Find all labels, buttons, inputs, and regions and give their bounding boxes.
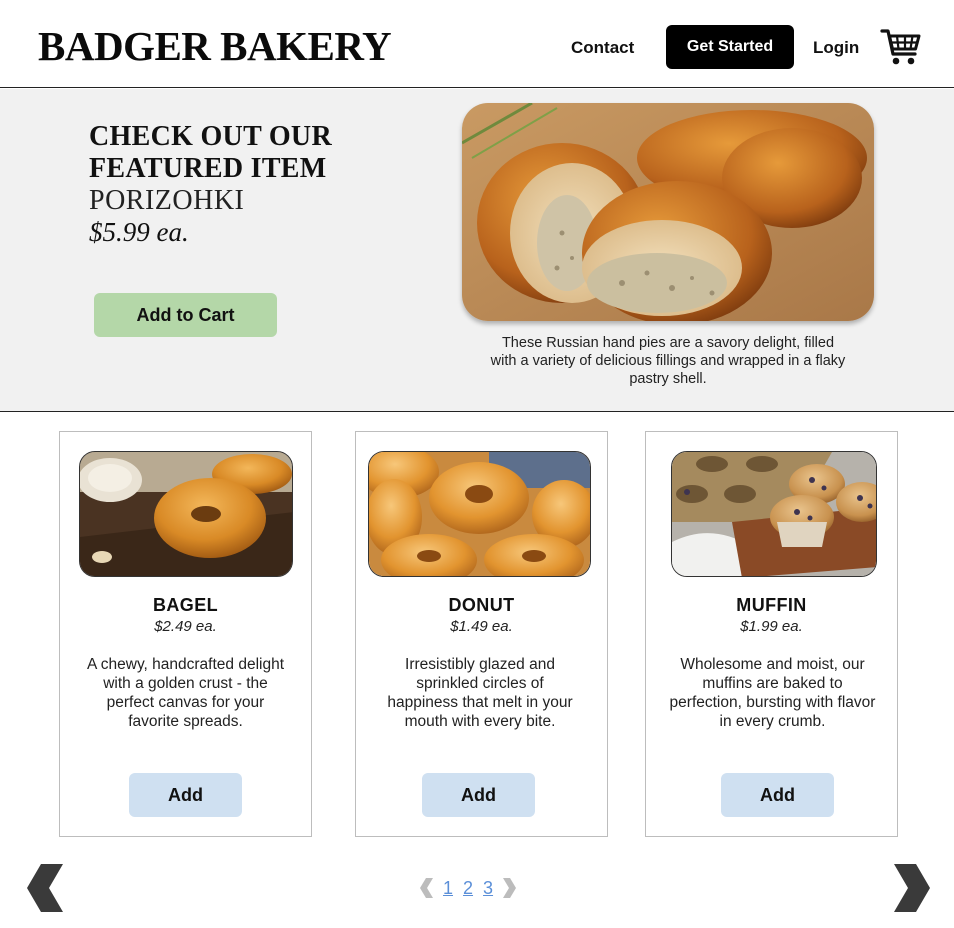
get-started-button[interactable]: Get Started (666, 25, 794, 69)
chevron-left-icon[interactable] (27, 864, 65, 912)
product-card-bagel: BAGEL $2.49 ea. A chewy, handcrafted del… (59, 431, 312, 837)
product-description: Irresistibly glazed and sprinkled circle… (387, 656, 573, 730)
product-price: $1.49 ea. (450, 618, 513, 635)
product-name: MUFFIN (736, 595, 807, 615)
product-card-donut: DONUT $1.49 ea. Irresistibly glazed and … (355, 431, 608, 837)
featured-item-name: PORIZOHKI (89, 185, 245, 216)
chevron-right-icon[interactable] (892, 864, 930, 912)
nav-contact-link[interactable]: Contact (571, 38, 634, 58)
pagination: 1 2 3 (420, 876, 517, 900)
add-donut-button[interactable]: Add (422, 773, 535, 817)
featured-heading: CHECK OUT OUR FEATURED ITEM (89, 121, 332, 184)
featured-section: CHECK OUT OUR FEATURED ITEM PORIZOHKI $5… (0, 89, 954, 412)
bagel-image (79, 451, 293, 577)
product-description: A chewy, handcrafted delight with a gold… (86, 656, 285, 730)
add-muffin-button[interactable]: Add (721, 773, 834, 817)
muffin-image (671, 451, 877, 577)
brand-logo[interactable]: BADGER BAKERY (38, 22, 392, 70)
product-name: BAGEL (153, 595, 218, 615)
site-header: BADGER BAKERY Contact Get Started Login (0, 0, 954, 88)
featured-item-price: $5.99 ea. (89, 217, 189, 247)
donut-image (368, 451, 591, 577)
nav-login-link[interactable]: Login (813, 38, 859, 58)
featured-item-description: These Russian hand pies are a savory del… (490, 335, 846, 387)
add-bagel-button[interactable]: Add (129, 773, 242, 817)
product-card-muffin: MUFFIN $1.99 ea. Wholesome and moist, ou… (645, 431, 898, 837)
product-name: DONUT (448, 595, 515, 615)
featured-item-image (462, 103, 874, 321)
shopping-cart-icon[interactable] (880, 27, 922, 67)
pager-next-icon[interactable] (502, 878, 517, 898)
add-to-cart-button[interactable]: Add to Cart (94, 293, 277, 337)
product-price: $1.99 ea. (740, 618, 803, 635)
page-link-2[interactable]: 2 (463, 878, 473, 899)
page-link-1[interactable]: 1 (443, 878, 453, 899)
page-link-3[interactable]: 3 (483, 878, 493, 899)
product-description: Wholesome and moist, our muffins are bak… (669, 656, 876, 730)
product-price: $2.49 ea. (154, 618, 217, 635)
pager-prev-icon[interactable] (420, 878, 434, 898)
